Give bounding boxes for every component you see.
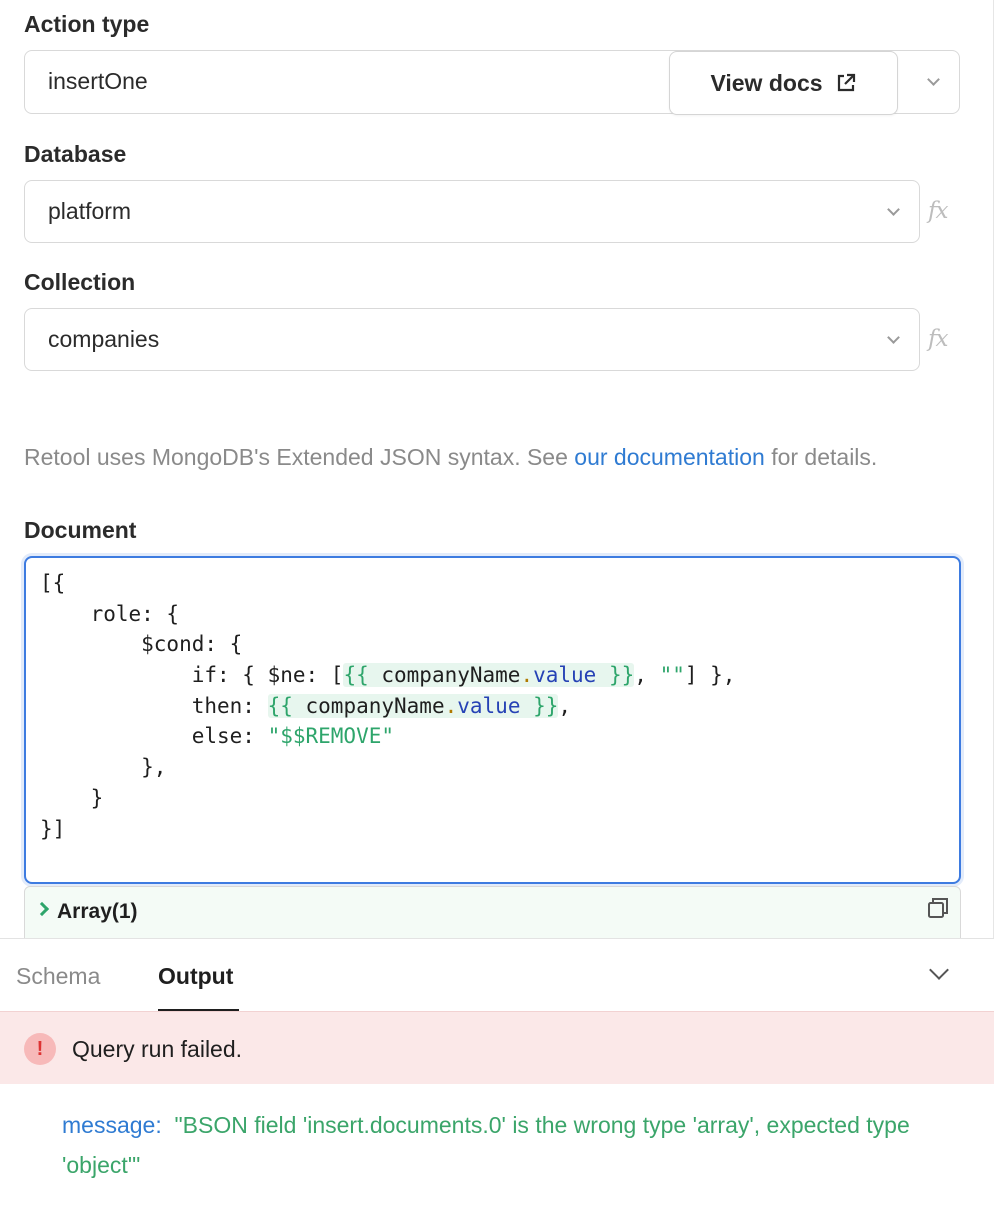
view-docs-label: View docs	[710, 69, 823, 96]
code-line: then: {{ companyName.value }},	[40, 691, 735, 722]
code-lines: [{ role: { $cond: { if: { $ne: [{{ compa…	[40, 568, 735, 844]
code-text: else:	[40, 724, 268, 749]
template-identifier: companyName	[305, 693, 445, 718]
code-text: if: { $ne: [	[40, 663, 344, 688]
code-line: role: {	[40, 601, 180, 626]
code-text: ,	[558, 693, 572, 718]
view-docs-button[interactable]: View docs	[669, 51, 898, 115]
template-expression: {{ companyName.value }}	[343, 663, 635, 688]
fx-icon[interactable]: fx	[928, 198, 949, 224]
code-line: }	[40, 785, 104, 810]
error-icon: !	[24, 1033, 56, 1065]
database-label: Database	[24, 141, 127, 167]
template-property: value	[533, 663, 597, 688]
tab-output[interactable]: Output	[158, 963, 233, 990]
template-dot: .	[444, 693, 458, 718]
template-dot: .	[520, 663, 534, 688]
template-property: value	[457, 693, 521, 718]
message-key: message:	[62, 1112, 162, 1138]
document-code-editor[interactable]: [{ role: { $cond: { if: { $ne: [{{ compa…	[24, 556, 961, 884]
code-line: $cond: {	[40, 632, 243, 657]
chevron-right-icon[interactable]	[34, 901, 50, 917]
code-line: if: { $ne: [{{ companyName.value }}, ""]…	[40, 660, 735, 691]
chevron-down-icon	[887, 203, 900, 216]
code-line: [{	[40, 571, 66, 595]
error-message: Query run failed.	[72, 1036, 243, 1062]
code-line: }]	[40, 816, 66, 841]
template-expression: {{ companyName.value }}	[267, 693, 559, 718]
code-text: ,	[634, 663, 660, 688]
collection-select[interactable]: companies	[24, 308, 920, 371]
template-close: }}	[596, 663, 635, 688]
template-open: {{	[267, 693, 306, 718]
collection-label: Collection	[24, 269, 136, 295]
results-panel: Schema Output ! Query run failed. messag…	[0, 938, 994, 1214]
error-banner: ! Query run failed.	[0, 1011, 994, 1084]
template-identifier: companyName	[381, 663, 521, 688]
query-editor-panel: Action type insertOne View docs Database…	[0, 0, 994, 946]
document-label: Document	[24, 517, 137, 543]
documentation-link[interactable]: our documentation	[574, 444, 765, 470]
database-value: platform	[48, 198, 132, 224]
template-open: {{	[343, 663, 382, 688]
code-string: ""	[659, 663, 685, 688]
action-type-label: Action type	[24, 11, 150, 37]
error-detail: message: "BSON field 'insert.documents.0…	[62, 1105, 962, 1185]
collection-value: companies	[48, 326, 160, 352]
copy-icon[interactable]	[926, 896, 950, 920]
result-preview-label: Array(1)	[57, 900, 138, 923]
chevron-down-icon	[887, 331, 900, 344]
result-preview[interactable]: Array(1)	[24, 886, 961, 946]
code-line: else: "$$REMOVE"	[40, 721, 735, 752]
help-text-suffix: for details.	[764, 444, 878, 470]
external-link-icon	[837, 73, 855, 92]
database-select[interactable]: platform	[24, 180, 920, 243]
code-text: then:	[40, 693, 268, 718]
help-text-prefix: Retool uses MongoDB's Extended JSON synt…	[24, 444, 575, 470]
action-type-value: insertOne	[48, 68, 148, 94]
tab-schema[interactable]: Schema	[16, 963, 100, 990]
fx-icon[interactable]: fx	[928, 326, 949, 352]
message-value: "BSON field 'insert.documents.0' is the …	[62, 1112, 910, 1178]
extended-json-help-text: Retool uses MongoDB's Extended JSON synt…	[24, 437, 944, 477]
code-line: },	[40, 755, 167, 780]
template-close: }}	[520, 693, 559, 718]
code-text: ] },	[684, 663, 736, 688]
code-string: "$$REMOVE"	[267, 724, 395, 749]
chevron-down-icon	[927, 73, 940, 86]
chevron-down-icon[interactable]	[929, 960, 949, 980]
